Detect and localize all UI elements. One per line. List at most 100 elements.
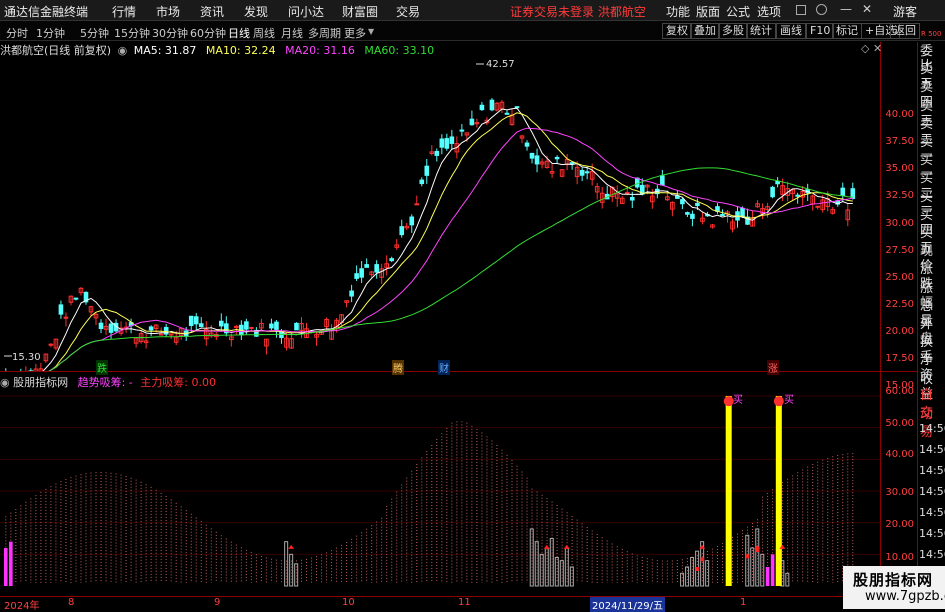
signal-bar <box>746 554 750 558</box>
date-tick: 1 <box>740 597 746 608</box>
tick-time: 14:56 <box>919 485 945 498</box>
fuquan-button[interactable]: 复权 <box>662 23 692 39</box>
period-5min[interactable]: 5分钟 <box>80 25 109 41</box>
menu-market[interactable]: 行情 <box>112 3 136 20</box>
candle-body <box>194 317 198 324</box>
up-arrow-icon <box>754 545 760 549</box>
guest-button[interactable]: 游客 <box>893 3 917 20</box>
login-warning[interactable]: 证券交易未登录 洪都航空 <box>510 3 646 20</box>
candle-body <box>420 180 424 183</box>
buy-signal-dot <box>774 396 784 406</box>
candle-body <box>776 181 780 183</box>
inflow-bar <box>771 554 775 586</box>
ma20-label: MA20: 31.16 <box>285 44 355 57</box>
candle-body <box>525 143 529 146</box>
menu-function[interactable]: 功能 <box>666 3 690 20</box>
price-tick: 35.00 <box>878 163 914 174</box>
period-1min[interactable]: 1分钟 <box>36 25 65 41</box>
draw-button[interactable]: 画线 <box>776 23 806 39</box>
menu-wealth[interactable]: 财富圈 <box>342 3 378 20</box>
event-marker[interactable]: 腾 <box>392 360 404 375</box>
menu-discover[interactable]: 发现 <box>244 3 268 20</box>
indicator-settings-icon[interactable]: ◉ <box>0 376 10 389</box>
menu-layout[interactable]: 版面 <box>696 3 720 20</box>
candle-body <box>530 153 534 158</box>
candle-body <box>676 196 680 198</box>
candle-body <box>365 265 369 268</box>
menu-trade[interactable]: 交易 <box>396 3 420 20</box>
menu-formula[interactable]: 公式 <box>726 3 750 20</box>
quote-code: R 500 <box>921 30 941 38</box>
candle-body <box>435 151 439 155</box>
tick-time: 14:56 <box>919 422 945 435</box>
candle-body <box>721 214 725 215</box>
period-tick[interactable]: 分时 <box>6 25 28 41</box>
high-price-label: 42.57 <box>486 59 515 70</box>
date-axis <box>0 596 880 609</box>
indicator-tick: 40.00 <box>878 449 914 460</box>
buy-signal-label: 买 <box>784 391 794 406</box>
settings-icon[interactable] <box>816 4 827 15</box>
period-more[interactable]: 更多 <box>344 25 366 41</box>
candle-body <box>440 139 444 147</box>
candle-body <box>771 187 775 196</box>
indicator-title: 股朋指标网 <box>13 376 68 389</box>
period-30min[interactable]: 30分钟 <box>152 25 188 41</box>
period-daily[interactable]: 日线 <box>228 25 250 41</box>
chevron-down-icon[interactable]: ▼ <box>368 27 374 36</box>
back-button[interactable]: 返回 <box>890 23 920 39</box>
close-icon[interactable]: ✕ <box>862 2 872 16</box>
signal-bar <box>696 567 700 571</box>
menu-markets[interactable]: 市场 <box>156 3 180 20</box>
buy-signal-bar <box>776 396 782 586</box>
stats-button[interactable]: 统计 <box>746 23 776 39</box>
menu-news[interactable]: 资讯 <box>200 3 224 20</box>
event-marker[interactable]: 涨 <box>767 360 779 375</box>
candle-body <box>535 156 539 164</box>
candle-body <box>250 327 254 328</box>
menu-ask[interactable]: 问小达 <box>288 3 324 20</box>
candle-body <box>816 206 820 207</box>
period-monthly[interactable]: 月线 <box>281 25 303 41</box>
event-marker[interactable]: 财 <box>438 360 450 375</box>
date-tick: 10 <box>342 597 355 608</box>
pane-options-icon[interactable]: ◇ ✕ <box>861 42 882 55</box>
indicator-tick: 60.00 <box>878 386 914 397</box>
multistock-button[interactable]: 多股 <box>718 23 748 39</box>
period-60min[interactable]: 60分钟 <box>190 25 226 41</box>
minimize-icon[interactable]: — <box>840 2 852 16</box>
event-marker[interactable]: 跌 <box>96 360 108 375</box>
overlay-button[interactable]: 叠加 <box>690 23 720 39</box>
indicator-tick: 10.00 <box>878 552 914 563</box>
candle-body <box>295 323 299 329</box>
candle-body <box>159 334 163 335</box>
menu-options[interactable]: 选项 <box>757 3 781 20</box>
ma5-line <box>6 108 853 372</box>
title-bar: 通达信金融终端 行情 市场 资讯 发现 问小达 财富圈 交易 证券交易未登录 洪… <box>0 0 945 21</box>
ma5-label: MA5: 31.87 <box>134 44 197 57</box>
f10-button[interactable]: F10 <box>806 23 834 39</box>
axis-divider <box>880 42 881 597</box>
candle-body <box>741 208 745 216</box>
price-tick: 30.00 <box>878 218 914 229</box>
period-multi[interactable]: 多周期 <box>308 25 341 41</box>
candle-body <box>505 113 509 114</box>
date-tick: 9 <box>214 597 220 608</box>
up-arrow-icon <box>544 545 550 549</box>
period-weekly[interactable]: 周线 <box>253 25 275 41</box>
indicator-chart[interactable] <box>0 374 880 596</box>
candle-body <box>796 195 800 196</box>
skin-icon[interactable] <box>796 5 806 15</box>
candle-body <box>515 107 519 108</box>
date-tick: 8 <box>68 597 74 608</box>
indicator-header: ◉ 股朋指标网 趋势吸筹: - 主力吸筹: 0.00 <box>0 374 216 390</box>
mark-button[interactable]: 标记 <box>832 23 862 39</box>
tick-time: 14:56 <box>919 548 945 561</box>
inflow-bar <box>9 542 13 586</box>
ma-settings-icon[interactable]: ◉ <box>118 44 128 57</box>
candle-body <box>585 172 589 173</box>
watermark-title: 股朋指标网 <box>853 569 933 590</box>
candle-body <box>415 204 419 205</box>
candlestick-chart[interactable] <box>0 42 917 372</box>
period-15min[interactable]: 15分钟 <box>114 25 150 41</box>
